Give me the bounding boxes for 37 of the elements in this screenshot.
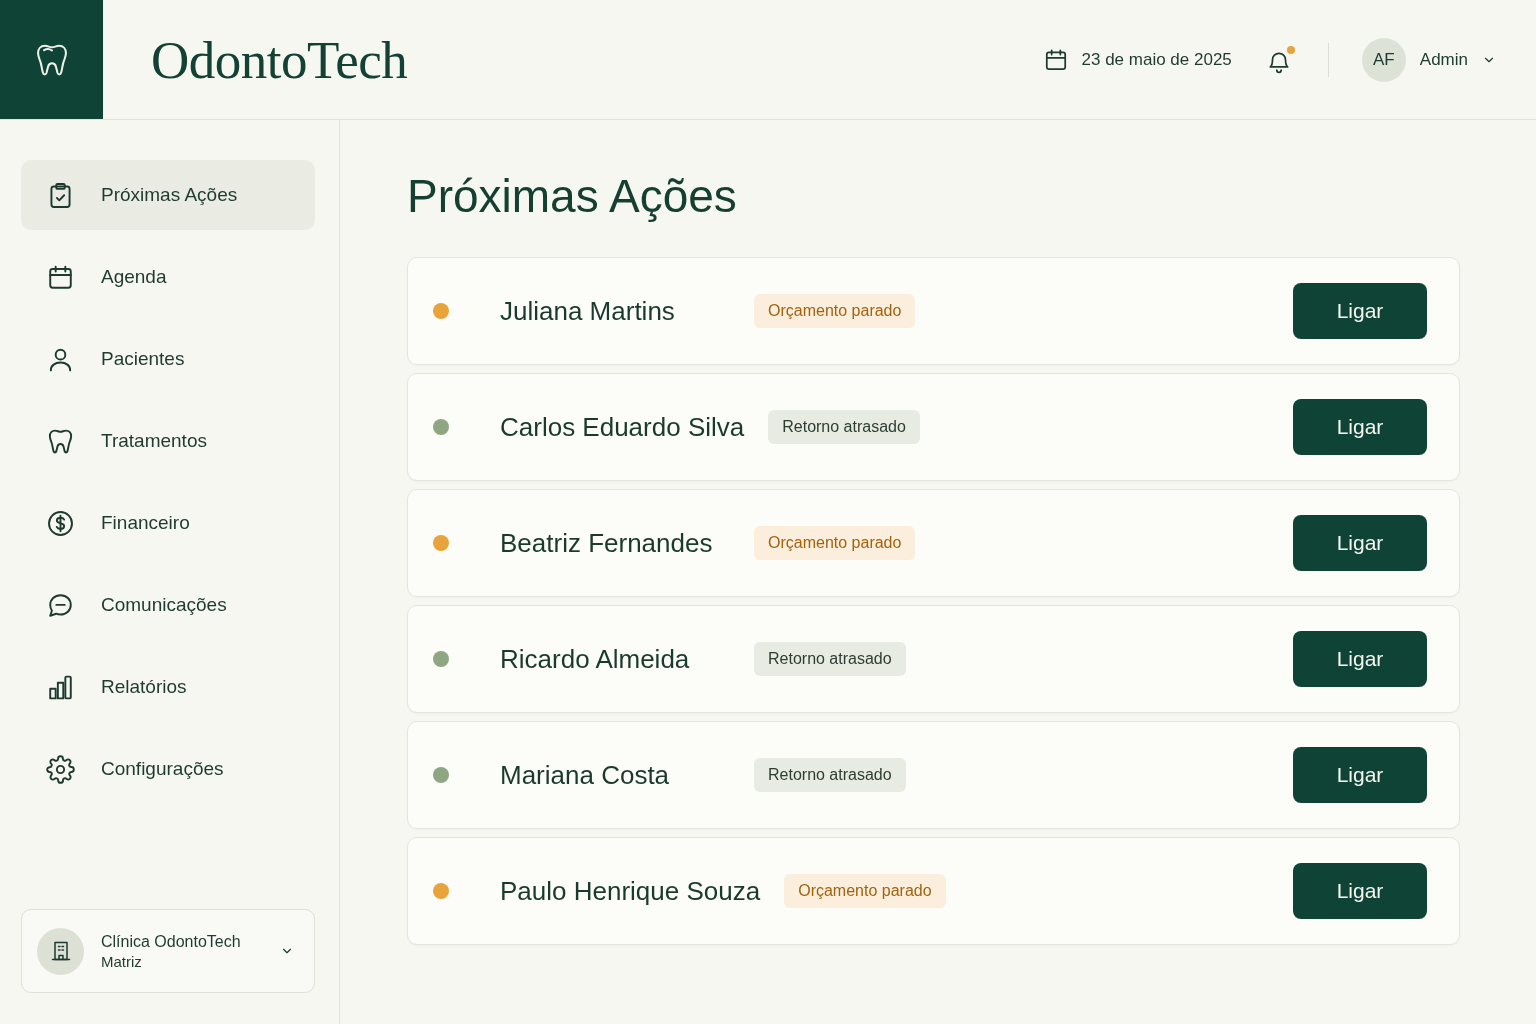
nav-item[interactable]: Configurações <box>21 734 315 804</box>
call-button[interactable]: Ligar <box>1293 515 1427 571</box>
patient-name: Mariana Costa <box>500 759 671 791</box>
patient-name: Beatriz Fernandes <box>500 527 714 559</box>
status-tag: Retorno atrasado <box>768 410 920 444</box>
call-button[interactable]: Ligar <box>1293 283 1427 339</box>
user-menu-button[interactable]: Admin <box>1419 47 1496 72</box>
call-button[interactable]: Ligar <box>1293 863 1427 919</box>
clinic-selector[interactable]: Clínica OdontoTech Matriz <box>21 909 315 993</box>
patient-name: Juliana Martins <box>500 295 676 327</box>
status-tag: Retorno atrasado <box>754 758 906 792</box>
building-icon <box>37 927 84 975</box>
dollar-circle-icon <box>46 508 75 538</box>
nav-item[interactable]: Agenda <box>21 242 315 312</box>
app-title: OdontoTech <box>151 29 408 90</box>
status-tag: Orçamento parado <box>754 526 916 560</box>
clinic-branch: Matriz <box>101 952 143 970</box>
status-tag: Orçamento parado <box>754 294 916 328</box>
nav-item[interactable]: Financeiro <box>21 488 315 558</box>
status-tag: Retorno atrasado <box>754 642 906 676</box>
status-tag: Orçamento parado <box>784 874 946 908</box>
call-button[interactable]: Ligar <box>1293 747 1427 803</box>
nav-item[interactable]: Relatórios <box>21 652 315 722</box>
nav-item[interactable]: Pacientes <box>21 324 315 394</box>
patient-name: Carlos Eduardo Silva <box>500 411 745 443</box>
settings-icon <box>46 754 75 784</box>
patient-name: Ricardo Almeida <box>500 643 691 675</box>
call-button[interactable]: Ligar <box>1293 631 1427 687</box>
nav-item[interactable]: Comunicações <box>21 570 315 640</box>
nav-item[interactable]: Próximas Ações <box>21 160 315 230</box>
user-avatar: AF <box>1361 37 1406 82</box>
page-title: Próximas Ações <box>407 169 738 224</box>
nav-item[interactable]: Tratamentos <box>21 406 315 476</box>
call-button[interactable]: Ligar <box>1293 399 1427 455</box>
date-label: 23 de maio de 2025 <box>1081 49 1232 70</box>
patient-name: Paulo Henrique Souza <box>500 875 761 907</box>
clinic-name: Clínica OdontoTech <box>101 932 241 951</box>
